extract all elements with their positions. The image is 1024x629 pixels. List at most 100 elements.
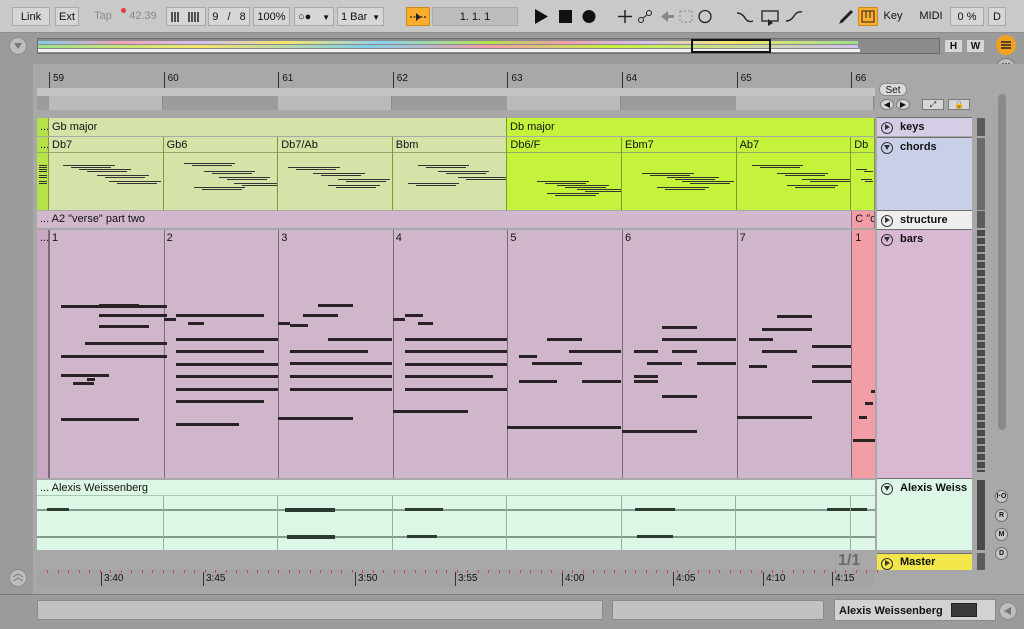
fold-toggle-icon[interactable] [881, 215, 893, 227]
midi-note[interactable] [328, 338, 393, 341]
link-button[interactable]: Link [12, 7, 50, 26]
automation-arm-button[interactable] [634, 6, 656, 27]
midi-note[interactable] [736, 416, 812, 419]
midi-note[interactable] [811, 345, 851, 348]
midi-note[interactable] [290, 350, 369, 353]
midi-note[interactable] [175, 363, 278, 366]
lock-envelopes-button[interactable]: 🔒 [948, 99, 970, 110]
midi-note[interactable] [761, 350, 797, 353]
midi-note[interactable] [761, 328, 812, 331]
midi-note[interactable] [99, 325, 149, 328]
midi-note[interactable] [622, 430, 697, 433]
midi-note[interactable] [290, 375, 393, 378]
midi-note[interactable] [318, 304, 354, 307]
detail-view-toggle[interactable] [999, 602, 1017, 620]
bars-clip[interactable] [37, 230, 852, 478]
metronome-button[interactable]: ○● ▼ [294, 7, 334, 26]
stop-button[interactable] [555, 6, 577, 27]
midi-note[interactable] [187, 322, 204, 325]
midi-note[interactable] [404, 350, 507, 353]
follow-button[interactable] [406, 7, 430, 26]
midi-note[interactable] [85, 342, 167, 345]
midi-note[interactable] [404, 388, 507, 391]
quantize-dropdown[interactable]: 1 Bar ▼ [337, 7, 384, 26]
tempo-field[interactable]: 42.39 [125, 7, 161, 26]
overview-visible-region[interactable] [691, 39, 771, 53]
midi-note[interactable] [582, 380, 622, 383]
record-button[interactable] [578, 6, 600, 27]
keys-clip[interactable]: ... [37, 118, 49, 136]
structure-lane[interactable]: ... A2 "verse" part two C "c [37, 211, 875, 228]
track-header-audio[interactable]: Alexis Weiss [877, 478, 972, 550]
midi-note[interactable] [776, 315, 812, 318]
midi-note[interactable] [861, 439, 875, 442]
ext-sync-button[interactable]: Ext [55, 7, 79, 26]
chord-clip[interactable]: Db [851, 137, 875, 210]
menu-button[interactable] [996, 35, 1016, 55]
track-header-bars[interactable]: bars [877, 229, 972, 478]
zoom-field[interactable]: 100% [253, 7, 290, 26]
locators-bar[interactable] [37, 96, 875, 110]
prev-locator-button[interactable]: ◀ [880, 99, 894, 110]
midi-note[interactable] [748, 365, 767, 368]
vertical-scrollbar[interactable] [998, 94, 1006, 430]
midi-note[interactable] [811, 365, 851, 368]
midi-note[interactable] [811, 380, 851, 383]
midi-note[interactable] [392, 318, 405, 321]
audio-lane[interactable]: ... Alexis Weissenberg [37, 480, 875, 550]
midi-note[interactable] [278, 417, 354, 420]
time-sig-denominator[interactable]: 8 [240, 11, 246, 23]
play-button[interactable] [530, 6, 552, 27]
midi-note[interactable] [547, 338, 583, 341]
keys-clip[interactable]: Db major [507, 118, 875, 136]
midi-note[interactable] [672, 350, 697, 353]
midi-note[interactable] [175, 423, 239, 426]
mixer-section-toggle[interactable]: M [995, 528, 1008, 541]
midi-note[interactable] [569, 350, 622, 353]
midi-note[interactable] [865, 402, 874, 405]
midi-note[interactable] [175, 375, 278, 378]
returns-toggle[interactable]: R [995, 509, 1008, 522]
draw-mode-button[interactable] [734, 6, 756, 27]
fold-toggle-icon[interactable] [881, 483, 893, 495]
song-position[interactable]: 1. 1. 1 [432, 7, 518, 26]
midi-note[interactable] [404, 314, 423, 317]
track-header-master[interactable]: Master [877, 553, 972, 570]
chords-lane[interactable]: ... Db7 Gb6 Db7/Ab Bbm Db6/F Ebm7 Ab7 Db [37, 137, 875, 210]
midi-note[interactable] [73, 382, 94, 385]
midi-note[interactable] [853, 439, 862, 442]
session-record-button[interactable] [694, 6, 716, 27]
nudge-buttons[interactable] [166, 7, 206, 26]
computer-keyboard-button[interactable] [858, 7, 878, 26]
draw-button[interactable] [836, 6, 858, 27]
expand-tracks-button[interactable]: ⤢ [922, 99, 944, 110]
midi-map-button[interactable]: MIDI [915, 7, 947, 26]
chord-clip[interactable]: Db6/F [507, 137, 622, 210]
loop-brace-bar[interactable] [37, 88, 875, 96]
punch-button[interactable] [783, 6, 805, 27]
midi-note[interactable] [404, 375, 493, 378]
set-locator-button[interactable]: Set [879, 83, 907, 96]
track-header-keys[interactable]: keys [877, 117, 972, 136]
midi-note[interactable] [175, 314, 264, 317]
io-toggle[interactable]: I·O [995, 490, 1008, 503]
tap-tempo-button[interactable]: Tap [89, 7, 117, 26]
midi-note[interactable] [163, 318, 176, 321]
time-sig-numerator[interactable]: 9 [212, 11, 218, 23]
fold-toggle-icon[interactable] [881, 234, 893, 246]
midi-note[interactable] [175, 350, 264, 353]
midi-note[interactable] [392, 410, 468, 413]
midi-note[interactable] [175, 400, 264, 403]
midi-note[interactable] [519, 355, 538, 358]
beat-time-ruler[interactable]: 59 60 61 62 63 64 65 66 [37, 72, 875, 88]
overdub-button[interactable] [614, 6, 636, 27]
midi-note[interactable] [532, 362, 583, 365]
chord-clip[interactable]: Db7/Ab [278, 137, 393, 210]
midi-note[interactable] [278, 322, 291, 325]
midi-note[interactable] [99, 304, 139, 307]
midi-note[interactable] [175, 338, 278, 341]
next-locator-button[interactable]: ▶ [896, 99, 910, 110]
midi-note[interactable] [519, 380, 558, 383]
midi-note[interactable] [303, 314, 339, 317]
midi-note[interactable] [290, 324, 309, 327]
